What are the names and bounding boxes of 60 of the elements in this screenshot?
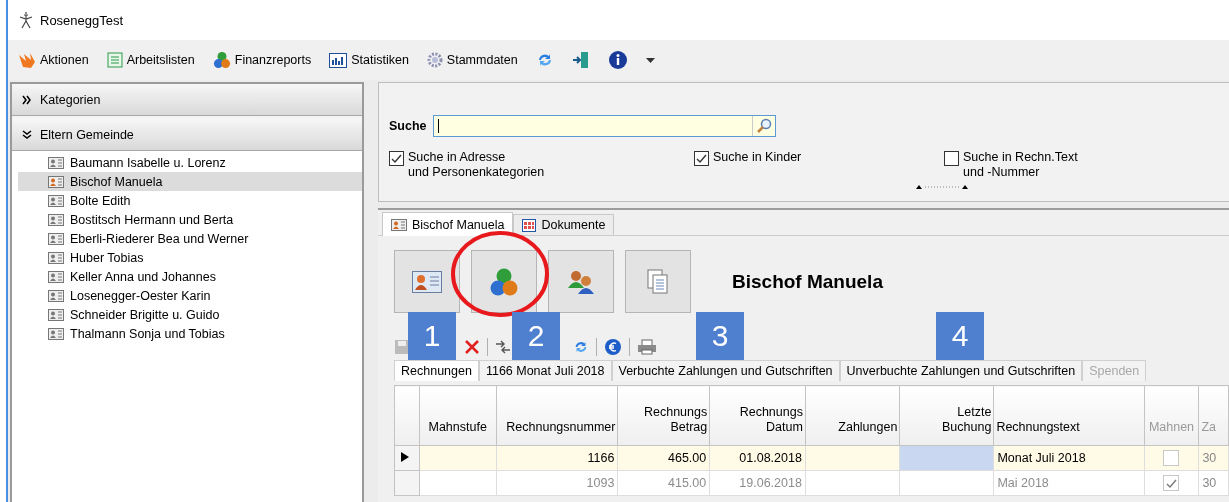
item-label: Baumann Isabelle u. Lorenz [70, 155, 226, 170]
sub-tab[interactable]: Verbuchte Zahlungen und Gutschriften [611, 360, 840, 381]
list-item[interactable]: Bostitsch Hermann und Berta [18, 210, 362, 229]
section-header[interactable]: Kategorien [12, 84, 362, 116]
record-tab[interactable]: Bischof Manuela [382, 212, 514, 236]
list-item[interactable]: Bischof Manuela [18, 172, 362, 191]
table-cell: 19.06.2018 [709, 470, 806, 496]
item-label: Losenegger-Oester Karin [70, 288, 211, 303]
item-label: Keller Anna und Johannes [70, 269, 216, 284]
list-item[interactable]: Keller Anna und Johannes [18, 267, 362, 286]
column-header[interactable]: Letzte Buchung [899, 385, 994, 446]
item-label: Bischof Manuela [70, 174, 163, 189]
search-option-checkbox[interactable]: Suche in Rechn.Text und -Nummer [944, 150, 1229, 180]
toolbar-button[interactable]: Arbeitslisten [104, 50, 197, 70]
toolbar-button[interactable]: Aktionen [16, 50, 91, 70]
section-title: Eltern Gemeinde [40, 127, 134, 142]
search-option-checkbox[interactable]: Suche in Adresse und Personenkategorien [389, 150, 694, 180]
list-item[interactable]: Losenegger-Oester Karin [18, 286, 362, 305]
section-header[interactable]: Eltern Gemeinde [12, 116, 362, 151]
list-item[interactable]: Thalmann Sonja und Tobias [18, 324, 362, 343]
search-label: Suche [389, 119, 427, 133]
toolbar-button[interactable]: Finanzreports [210, 49, 314, 71]
step-marker: 1 [408, 312, 456, 360]
item-label: Bostitsch Hermann und Berta [70, 212, 234, 227]
record-name: Bischof Manuela [732, 270, 883, 293]
step-marker: 4 [936, 312, 984, 360]
item-label: Bolte Edith [70, 193, 131, 208]
list-item[interactable]: Schneider Brigitte u. Guido [18, 305, 362, 324]
column-header[interactable]: Rechnungs Betrag [617, 385, 710, 446]
column-header[interactable]: Rechnungs Datum [709, 385, 806, 446]
step-marker: 2 [512, 312, 560, 360]
table-cell: 1166 [496, 445, 618, 471]
item-label: Schneider Brigitte u. Guido [70, 307, 220, 322]
sub-tab[interactable]: Unverbuchte Zahlungen und Gutschriften [839, 360, 1083, 381]
table-cell: 1093 [496, 470, 618, 496]
item-label: Eberli-Riederer Bea und Werner [70, 231, 249, 246]
window-title: RoseneggTest [40, 12, 124, 28]
column-header[interactable]: Mahnstufe [419, 385, 497, 446]
list-item[interactable]: Bolte Edith [18, 191, 362, 210]
table-cell: 415.00 [617, 470, 710, 496]
table-cell: 465.00 [617, 445, 710, 471]
toolbar-button[interactable]: Statistiken [327, 50, 411, 70]
column-header[interactable]: Zahlungen [805, 385, 900, 446]
record-tab[interactable]: Dokumente [513, 214, 615, 235]
section-title: Kategorien [40, 92, 101, 107]
step-marker: 3 [696, 312, 744, 360]
table-cell: Mai 2018 [993, 470, 1145, 496]
table-cell: 01.08.2018 [709, 445, 806, 471]
column-header[interactable]: Rechnungstext [993, 385, 1145, 446]
search-option-checkbox[interactable]: Suche in Kinder [694, 150, 944, 166]
column-header[interactable]: Rechnungsnummer [496, 385, 618, 446]
table-cell: Monat Juli 2018 [993, 445, 1145, 471]
item-label: Huber Tobias [70, 250, 144, 265]
list-item[interactable]: Eberli-Riederer Bea und Werner [18, 229, 362, 248]
list-item[interactable]: Baumann Isabelle u. Lorenz [18, 153, 362, 172]
toolbar-button[interactable]: Stammdaten [424, 50, 520, 70]
list-item[interactable]: Huber Tobias [18, 248, 362, 267]
sub-tab[interactable]: Rechnungen [394, 360, 479, 381]
item-label: Thalmann Sonja und Tobias [70, 326, 225, 341]
sub-tab[interactable]: 1166 Monat Juli 2018 [478, 360, 612, 381]
